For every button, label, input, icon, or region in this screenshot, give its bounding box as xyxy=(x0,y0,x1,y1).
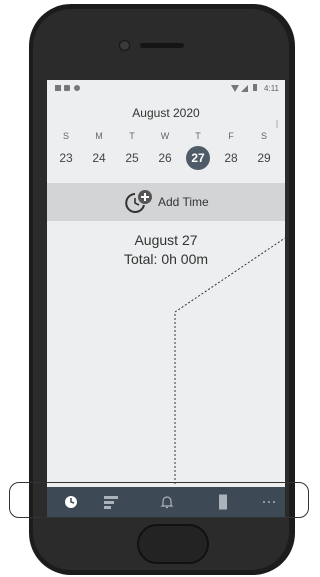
tab-bar-highlight xyxy=(9,482,309,518)
home-button[interactable] xyxy=(137,524,209,564)
